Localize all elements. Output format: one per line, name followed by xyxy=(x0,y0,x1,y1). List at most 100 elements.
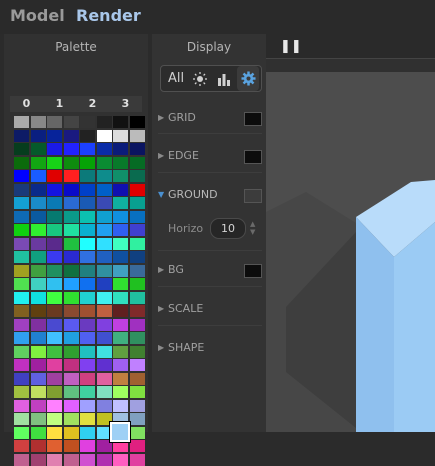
palette-swatch[interactable] xyxy=(96,156,112,169)
palette-swatch[interactable] xyxy=(63,399,79,412)
palette-swatch[interactable] xyxy=(47,170,62,182)
palette-swatch[interactable] xyxy=(30,291,46,304)
palette-swatch[interactable] xyxy=(47,386,62,398)
palette-swatch[interactable] xyxy=(80,156,95,169)
palette-swatch[interactable] xyxy=(30,264,46,277)
bar-chart-icon[interactable] xyxy=(213,66,235,91)
palette-swatch[interactable] xyxy=(63,359,79,371)
palette-swatch[interactable] xyxy=(14,453,29,466)
palette-swatch[interactable] xyxy=(113,251,128,263)
palette-swatch[interactable] xyxy=(96,224,112,236)
gear-icon[interactable] xyxy=(237,66,259,91)
palette-swatch[interactable] xyxy=(129,426,145,439)
palette-swatch[interactable] xyxy=(113,143,128,155)
palette-swatch[interactable] xyxy=(63,224,79,236)
palette-swatch[interactable] xyxy=(47,264,62,277)
palette-swatch[interactable] xyxy=(14,372,29,385)
palette-swatch[interactable] xyxy=(47,399,62,412)
palette-swatch[interactable] xyxy=(14,170,29,182)
palette-swatch[interactable] xyxy=(96,345,112,358)
palette-swatch[interactable] xyxy=(80,453,95,466)
palette-swatch[interactable] xyxy=(14,440,29,452)
palette-swatch[interactable] xyxy=(14,156,29,169)
palette-swatch[interactable] xyxy=(96,143,112,155)
palette-swatch[interactable] xyxy=(113,237,128,250)
palette-swatch[interactable] xyxy=(47,197,62,209)
palette-swatch[interactable] xyxy=(96,453,112,466)
palette-swatch[interactable] xyxy=(30,453,46,466)
palette-swatch[interactable] xyxy=(63,386,79,398)
palette-swatch[interactable] xyxy=(63,170,79,182)
palette-swatch[interactable] xyxy=(96,399,112,412)
palette-swatch[interactable] xyxy=(80,413,95,425)
palette-swatch[interactable] xyxy=(113,332,128,344)
palette-swatch[interactable] xyxy=(14,237,29,250)
palette-swatch[interactable] xyxy=(129,305,145,317)
palette-swatch[interactable] xyxy=(63,129,79,142)
palette-swatch[interactable] xyxy=(47,224,62,236)
palette-swatch[interactable] xyxy=(47,116,62,128)
palette-swatch[interactable] xyxy=(113,278,128,290)
palette-swatch[interactable] xyxy=(96,170,112,182)
palette-swatch[interactable] xyxy=(47,183,62,196)
palette-swatch[interactable] xyxy=(113,183,128,196)
palette-swatch[interactable] xyxy=(14,251,29,263)
display-row-grid[interactable]: ▶ GRID xyxy=(158,109,262,127)
palette-swatch[interactable] xyxy=(129,129,145,142)
palette-swatch[interactable] xyxy=(14,291,29,304)
palette-swatch[interactable] xyxy=(129,264,145,277)
palette-swatch[interactable] xyxy=(47,237,62,250)
palette-swatch[interactable] xyxy=(129,116,145,128)
palette-swatch[interactable] xyxy=(113,156,128,169)
palette-swatch[interactable] xyxy=(113,359,128,371)
palette-swatch[interactable] xyxy=(63,251,79,263)
palette-swatch[interactable] xyxy=(47,278,62,290)
palette-swatch[interactable] xyxy=(30,440,46,452)
palette-swatch[interactable] xyxy=(113,386,128,398)
palette-swatch[interactable] xyxy=(47,426,62,439)
palette-swatch[interactable] xyxy=(30,156,46,169)
palette-selected-swatch[interactable] xyxy=(109,421,131,443)
tab-all[interactable]: All xyxy=(165,66,187,91)
palette-swatch[interactable] xyxy=(30,413,46,425)
palette-swatch[interactable] xyxy=(47,251,62,263)
palette-swatch[interactable] xyxy=(14,359,29,371)
palette-swatch[interactable] xyxy=(30,224,46,236)
palette-swatch[interactable] xyxy=(63,291,79,304)
display-row-shape[interactable]: ▶ SHAPE xyxy=(158,339,260,357)
palette-swatch-grid[interactable] xyxy=(14,116,146,466)
palette-column-2[interactable]: 2 xyxy=(76,97,109,110)
palette-swatch[interactable] xyxy=(47,453,62,466)
palette-swatch[interactable] xyxy=(80,237,95,250)
horizon-stepper[interactable]: ▲ ▼ xyxy=(250,220,255,236)
palette-swatch[interactable] xyxy=(113,197,128,209)
palette-swatch[interactable] xyxy=(30,332,46,344)
palette-swatch[interactable] xyxy=(80,386,95,398)
palette-swatch[interactable] xyxy=(80,129,95,142)
palette-swatch[interactable] xyxy=(63,305,79,317)
palette-swatch[interactable] xyxy=(30,318,46,331)
palette-swatch[interactable] xyxy=(30,359,46,371)
palette-swatch[interactable] xyxy=(63,197,79,209)
palette-swatch[interactable] xyxy=(63,332,79,344)
palette-swatch[interactable] xyxy=(113,399,128,412)
palette-swatch[interactable] xyxy=(80,305,95,317)
bg-color-swatch[interactable] xyxy=(244,264,262,278)
palette-swatch[interactable] xyxy=(14,143,29,155)
palette-swatch[interactable] xyxy=(63,372,79,385)
palette-swatch[interactable] xyxy=(47,372,62,385)
tab-model[interactable]: Model xyxy=(10,6,65,25)
palette-swatch[interactable] xyxy=(14,305,29,317)
palette-swatch[interactable] xyxy=(14,332,29,344)
palette-swatch[interactable] xyxy=(63,143,79,155)
horizon-input[interactable]: 10 xyxy=(210,218,246,239)
palette-swatch[interactable] xyxy=(129,170,145,182)
palette-swatch[interactable] xyxy=(30,116,46,128)
display-row-scale[interactable]: ▶ SCALE xyxy=(158,300,260,318)
palette-swatch[interactable] xyxy=(63,116,79,128)
palette-swatch[interactable] xyxy=(14,129,29,142)
palette-swatch[interactable] xyxy=(63,426,79,439)
palette-swatch[interactable] xyxy=(30,251,46,263)
scene-canvas[interactable] xyxy=(266,72,435,432)
palette-swatch[interactable] xyxy=(129,143,145,155)
